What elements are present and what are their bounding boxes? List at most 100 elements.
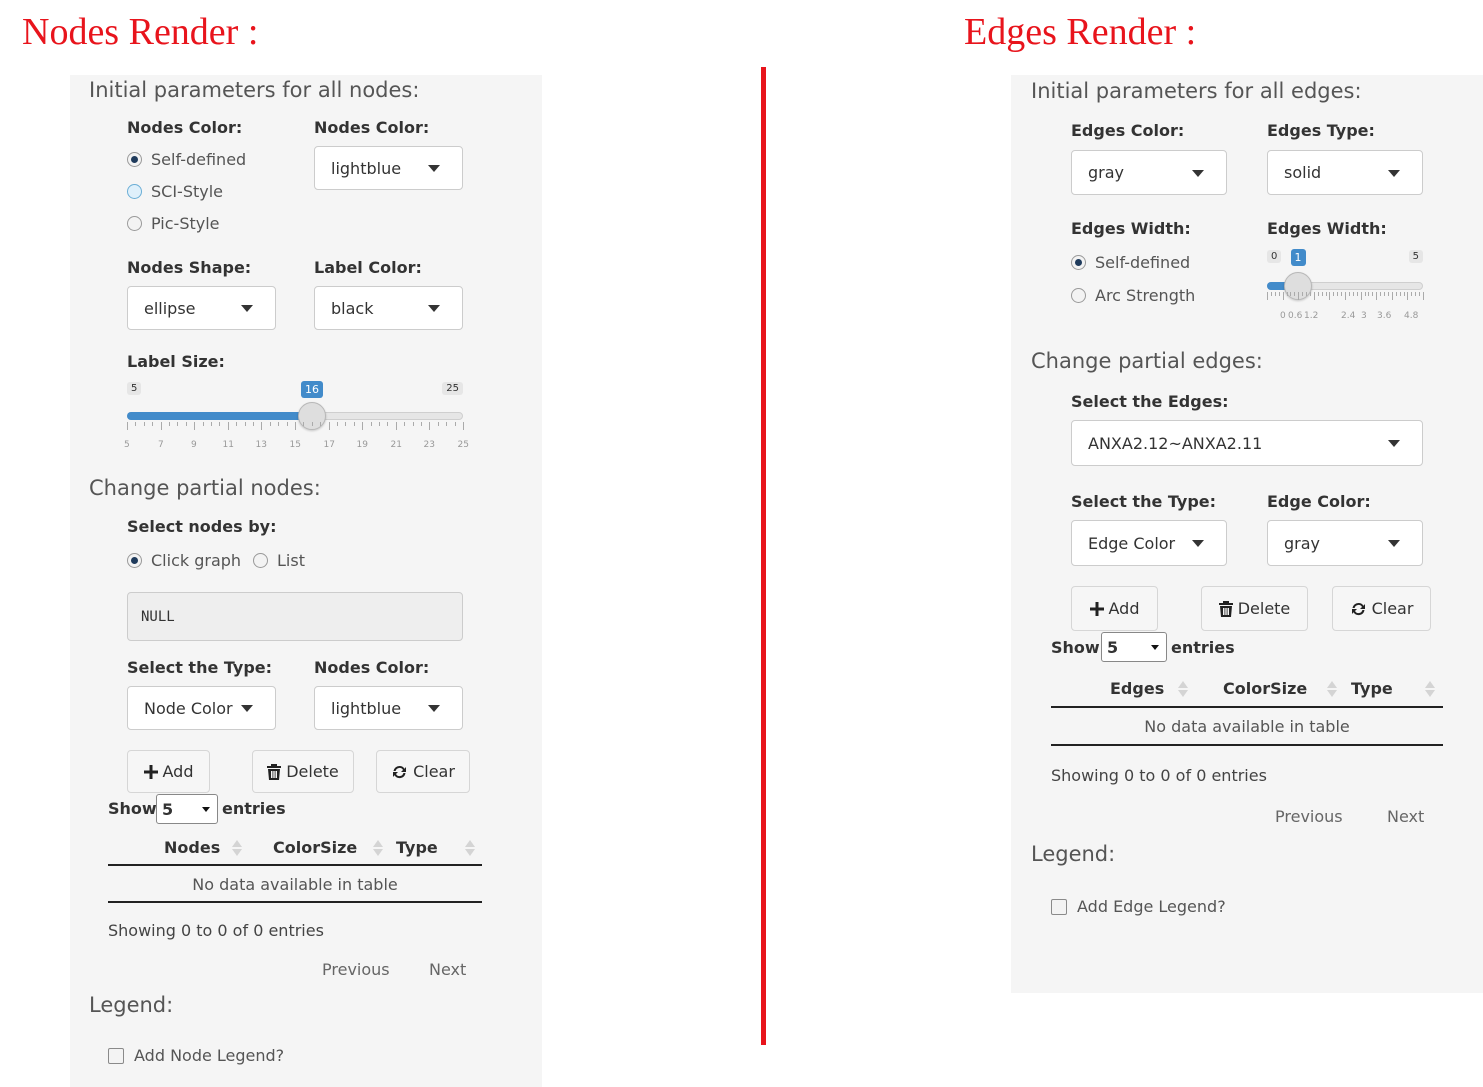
nodes-color-select[interactable]: lightblue (314, 146, 463, 190)
slider-min: 0 (1267, 250, 1282, 263)
nodes-page-length-select[interactable]: 5 (156, 794, 218, 824)
slider-max: 5 (1408, 250, 1423, 263)
edges-delete-button[interactable]: Delete (1201, 586, 1308, 631)
slider-grid-label: 3.6 (1377, 311, 1392, 321)
edges-select-type[interactable]: Edge Color (1071, 520, 1227, 566)
slider-tick (337, 422, 338, 426)
slider-tick (1337, 292, 1338, 296)
slider-tick (1411, 292, 1412, 296)
checkbox-icon (108, 1047, 124, 1064)
slider-tick (1267, 292, 1268, 300)
radio-label: Click graph (151, 551, 242, 570)
slider-tick (287, 422, 288, 426)
radio-label: SCI-Style (151, 182, 224, 201)
caret-down-icon (1192, 169, 1204, 177)
radio-click-graph[interactable]: Click graph (127, 551, 241, 570)
slider-grid-label: 21 (390, 440, 402, 450)
slider-tick (1290, 292, 1291, 296)
next-button[interactable]: Next (429, 960, 466, 979)
edges-page-length-select[interactable]: 5 (1101, 632, 1167, 662)
slider-tick (1368, 292, 1369, 296)
plus-icon (143, 764, 158, 779)
edges-select-type-label: Select the Type: (1071, 492, 1217, 511)
label-color-select[interactable]: black (314, 286, 463, 330)
label-size-slider[interactable]: 5 25 16 5 7 9 11 13 15 17 19 21 23 25 (124, 380, 469, 452)
edges-width-label: Edges Width: (1071, 219, 1191, 238)
radio-pic-style[interactable]: Pic-Style (127, 214, 220, 233)
slider-tick (1376, 292, 1377, 300)
slider-tick (446, 422, 447, 426)
radio-self-defined[interactable]: Self-defined (127, 150, 246, 169)
column-type[interactable]: Type (1351, 679, 1393, 698)
edges-add-button[interactable]: Add (1071, 586, 1158, 631)
slider-tick (135, 422, 136, 426)
select-value: lightblue (331, 158, 402, 178)
nodes-delete-button[interactable]: Delete (252, 750, 354, 793)
select-edges-select[interactable]: ANXA2.12~ANXA2.11 (1071, 420, 1423, 466)
slider-grid-label: 4.8 (1404, 311, 1419, 321)
edge-color-select[interactable]: gray (1267, 520, 1423, 566)
select-value: lightblue (331, 698, 402, 718)
slider-tick (1396, 292, 1397, 296)
nodes-add-button[interactable]: Add (127, 750, 210, 793)
slider-tick (387, 422, 388, 426)
radio-label: Self-defined (151, 150, 247, 169)
nodes-legend-heading: Legend: (89, 993, 174, 1017)
slider-tick (127, 422, 128, 430)
table-info: Showing 0 to 0 of 0 entries (1051, 766, 1267, 785)
edges-clear-button[interactable]: Clear (1332, 586, 1431, 631)
edges-type-select[interactable]: solid (1267, 150, 1423, 195)
slider-tick (270, 422, 271, 426)
slider-tick (161, 422, 162, 430)
column-type[interactable]: Type (396, 838, 438, 857)
slider-tick (1392, 292, 1393, 300)
nodes-shape-label: Nodes Shape: (127, 258, 252, 277)
edges-render-title: Edges Render : (964, 11, 1197, 53)
slider-tick (1322, 292, 1323, 296)
sort-icon (465, 838, 475, 858)
button-label: Add (162, 762, 194, 781)
slider-tick (320, 422, 321, 426)
radio-arc-strength[interactable]: Arc Strength (1071, 286, 1195, 305)
slider-tick (152, 422, 153, 426)
checkbox-label: Add Edge Legend? (1077, 897, 1226, 916)
column-colorsize[interactable]: ColorSize (273, 838, 357, 857)
slider-tick (1341, 292, 1342, 296)
radio-unchecked-icon (127, 216, 142, 231)
slider-tick (1365, 292, 1366, 296)
nodes-color-select-2[interactable]: lightblue (314, 686, 463, 730)
select-value: black (331, 298, 374, 318)
edges-width-slider[interactable]: 0 5 1 0 0.6 1.2 2.4 3 3.6 4.8 (1267, 248, 1424, 324)
previous-button[interactable]: Previous (322, 960, 390, 979)
caret-down-icon (1388, 169, 1400, 177)
next-button[interactable]: Next (1387, 807, 1424, 826)
edges-initial-heading: Initial parameters for all edges: (1031, 79, 1362, 103)
add-edge-legend-checkbox[interactable]: Add Edge Legend? (1051, 897, 1226, 916)
previous-button[interactable]: Previous (1275, 807, 1343, 826)
select-nodes-by-label: Select nodes by: (127, 517, 277, 536)
caret-down-icon (428, 165, 440, 172)
select-value: ellipse (144, 298, 196, 318)
radio-list[interactable]: List (253, 551, 305, 570)
column-nodes[interactable]: Nodes (164, 838, 220, 857)
slider-grid-label: 17 (323, 440, 335, 450)
radio-sci-style[interactable]: SCI-Style (127, 182, 223, 201)
edges-color-select[interactable]: gray (1071, 150, 1227, 195)
refresh-icon (393, 765, 407, 778)
nodes-select-type[interactable]: Node Color (127, 686, 276, 730)
nodes-color-label-3: Nodes Color: (314, 658, 430, 677)
slider-tick (1423, 292, 1424, 300)
column-colorsize[interactable]: ColorSize (1223, 679, 1307, 698)
radio-width-self-defined[interactable]: Self-defined (1071, 253, 1190, 272)
table-header-line (1051, 706, 1443, 708)
slider-tick (404, 422, 405, 426)
add-node-legend-checkbox[interactable]: Add Node Legend? (108, 1046, 284, 1065)
nodes-shape-select[interactable]: ellipse (127, 286, 276, 330)
nodes-clear-button[interactable]: Clear (376, 750, 470, 793)
nodes-partial-heading: Change partial nodes: (89, 476, 321, 500)
column-edges[interactable]: Edges (1110, 679, 1164, 698)
slider-tick (186, 422, 187, 426)
nodes-render-title: Nodes Render : (22, 11, 259, 53)
slider-grid-label: 5 (124, 440, 130, 450)
slider-tick (329, 422, 330, 430)
